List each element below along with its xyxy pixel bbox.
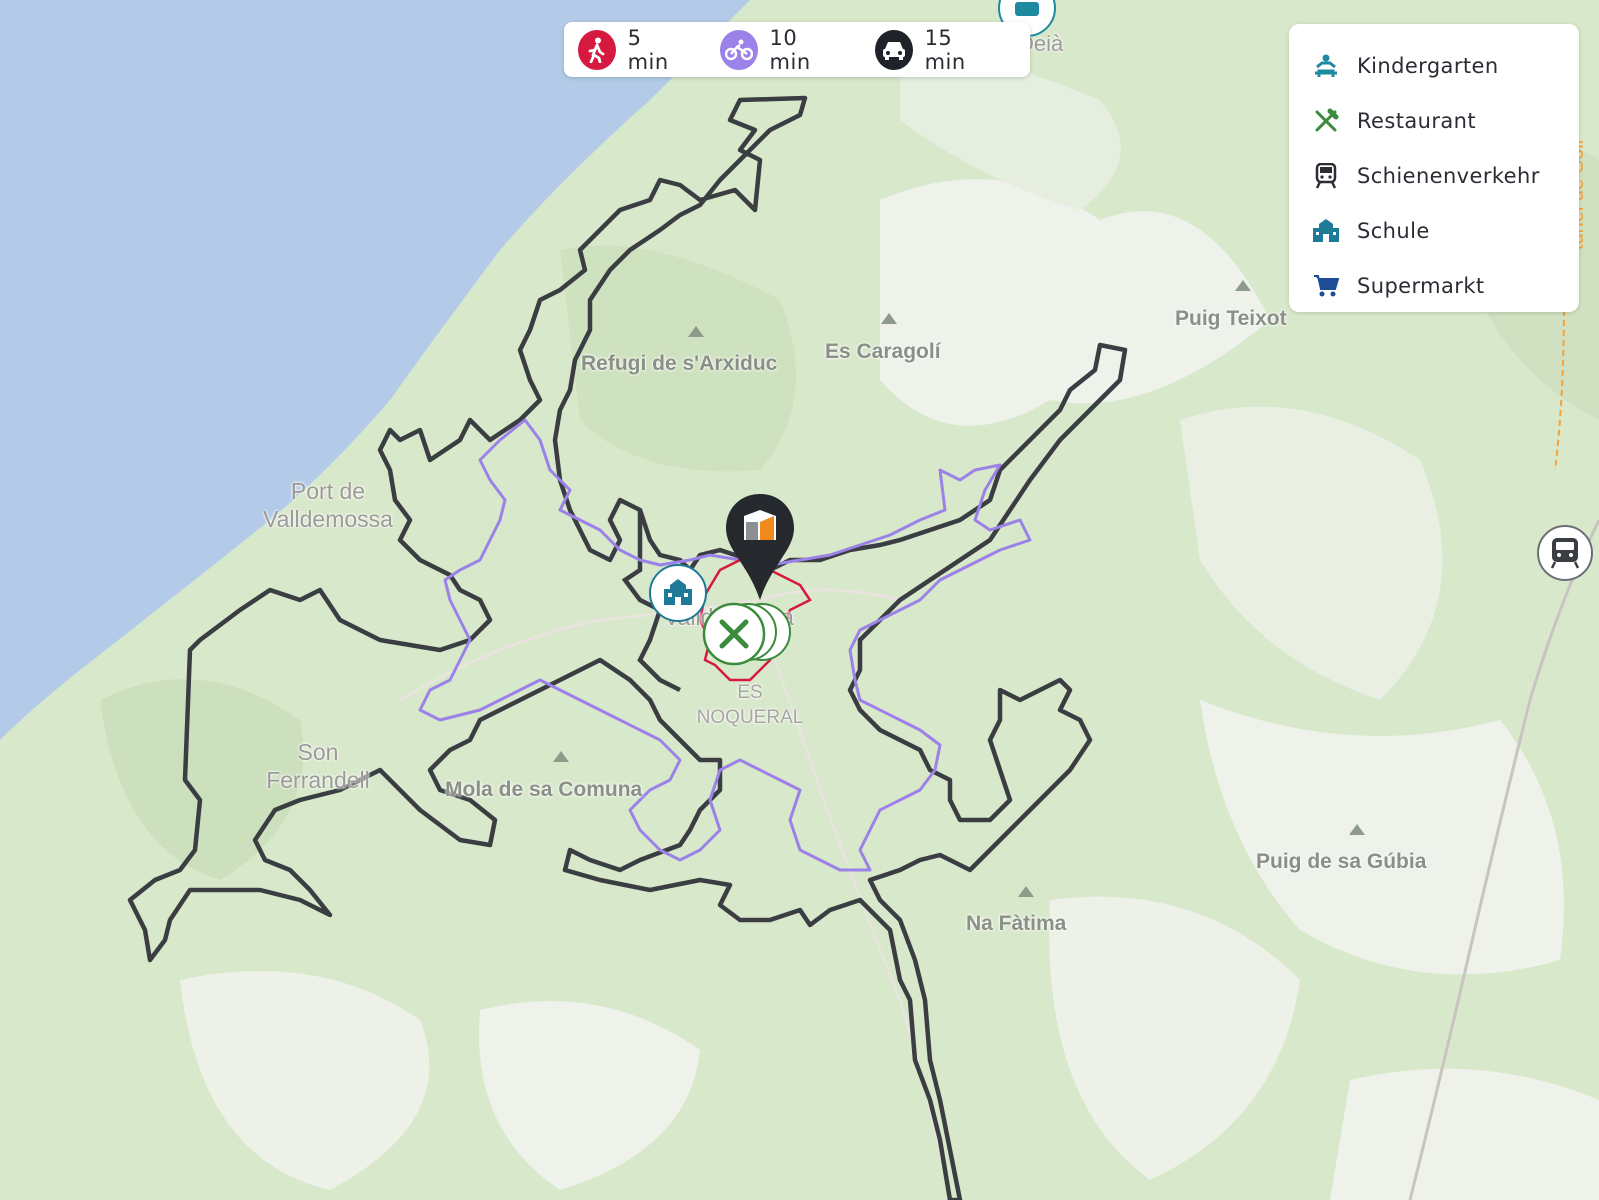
legend-restaurant[interactable]: Restaurant (1311, 93, 1579, 148)
school-icon (649, 564, 707, 622)
legend-kindergarten[interactable]: Kindergarten (1311, 38, 1579, 93)
label-refugi: Refugi de s'Arxiduc (581, 352, 778, 375)
mode-walking-label: 5 min (627, 25, 669, 74)
label-caragoli: Es Caragolí (825, 340, 941, 363)
peak-icon (1235, 280, 1251, 291)
restaurant-icon (702, 602, 791, 666)
label-port-valldemossa: Port de Valldemossa (263, 478, 393, 532)
train-icon (1311, 161, 1341, 191)
bicycle-icon (719, 29, 758, 70)
peak-icon (688, 326, 704, 337)
mode-bicycle[interactable]: 10 min (719, 25, 841, 74)
label-son-ferrandell: Son Ferrandell (266, 739, 370, 793)
kindergarten-icon (1311, 51, 1341, 81)
label-noqueral: ES NOQUERAL (696, 682, 804, 728)
restaurant-icon (1311, 106, 1341, 136)
legend-kindergarten-label: Kindergarten (1357, 53, 1499, 78)
peak-icon (1349, 824, 1365, 835)
peak-icon (881, 313, 897, 324)
supermarket-icon (1311, 271, 1341, 301)
legend-supermarket-label: Supermarkt (1357, 273, 1485, 298)
mode-bicycle-label: 10 min (769, 25, 811, 74)
legend-restaurant-label: Restaurant (1357, 108, 1476, 133)
legend-school-label: Schule (1357, 218, 1430, 243)
legend-supermarket[interactable]: Supermarkt (1311, 258, 1579, 313)
location-pin[interactable] (724, 492, 796, 606)
walking-icon (578, 29, 616, 70)
label-mola: Mola de sa Comuna (445, 778, 643, 801)
school-marker[interactable] (648, 563, 708, 627)
poi-legend: Kindergarten Restaurant Schienenverkehr … (1289, 24, 1579, 312)
mode-walking[interactable]: 5 min (578, 26, 686, 74)
legend-train[interactable]: Schienenverkehr (1311, 148, 1579, 203)
legend-school[interactable]: Schule (1311, 203, 1579, 258)
peak-icon (553, 751, 569, 762)
location-pin-icon (726, 494, 794, 600)
car-icon (874, 29, 913, 70)
restaurant-marker-cluster[interactable] (700, 600, 795, 674)
mode-car-label: 15 min (924, 25, 966, 74)
mode-car[interactable]: 15 min (874, 25, 996, 74)
label-gubia: Puig de sa Gúbia (1256, 850, 1427, 873)
label-teixot: Puig Teixot (1175, 307, 1287, 330)
school-icon (1311, 216, 1341, 246)
legend-train-label: Schienenverkehr (1357, 163, 1540, 188)
peak-icon (1018, 886, 1034, 897)
travel-time-selector: 5 min 10 min 15 min (564, 22, 1030, 77)
label-fatima: Na Fàtima (966, 912, 1067, 935)
